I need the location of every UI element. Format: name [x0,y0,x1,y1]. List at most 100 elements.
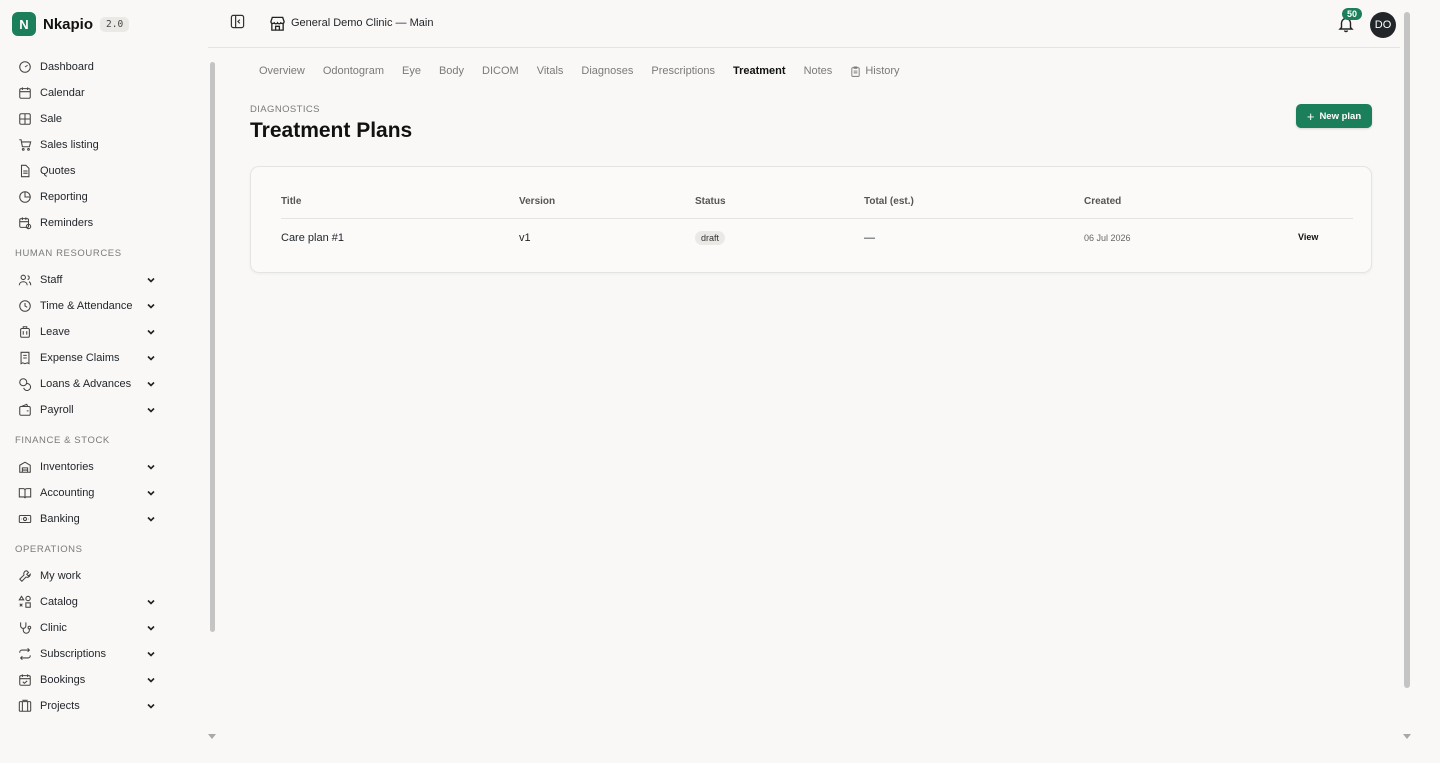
tab-history-label: History [865,65,900,77]
sidebar-item-time-attendance[interactable]: Time & Attendance [12,293,156,319]
receipt-icon [20,351,30,365]
column-header-created[interactable]: Created [1084,196,1121,207]
tab-notes[interactable]: Notes [804,63,833,79]
sidebar-item-staff[interactable]: Staff [12,267,156,293]
sidebar-item-label: Clinic [40,622,67,634]
chevron-down-icon[interactable] [146,380,156,388]
sidebar-item-subscriptions[interactable]: Subscriptions [12,641,156,667]
chevron-down-icon[interactable] [146,276,156,284]
clipboard-icon [851,65,860,77]
sidebar-item-label: Subscriptions [40,648,107,660]
sidebar-item-dashboard[interactable]: Dashboard [12,54,156,80]
stethoscope-icon [20,622,32,634]
sidebar-item-sales-listing[interactable]: Sales listing [12,132,156,158]
tab-odontogram[interactable]: Odontogram [323,63,384,79]
tab-body[interactable]: Body [439,63,464,79]
sidebar-toggle-icon[interactable] [230,14,245,29]
sidebar-item-loans-advances[interactable]: Loans & Advances [12,371,156,397]
wallet-icon [19,403,31,416]
new-plan-button[interactable]: + New plan [1296,104,1372,128]
cell-title: Care plan #1 [281,232,344,244]
sidebar-item-label: Sale [40,113,63,125]
sidebar-item-label: My work [40,570,81,582]
users-icon [18,274,32,286]
tab-eye[interactable]: Eye [402,63,421,79]
sidebar-item-label: Catalog [40,596,78,608]
sidebar-item-clinic[interactable]: Clinic [12,615,156,641]
sidebar-item-catalog[interactable]: Catalog [12,589,156,615]
tab-diagnoses[interactable]: Diagnoses [581,63,633,79]
new-plan-label: New plan [1319,110,1362,122]
column-header-title[interactable]: Title [281,196,301,207]
sidebar-item-label: Staff [40,274,63,286]
wrench-icon [19,570,31,582]
sidebar-scroll-down-arrow[interactable] [208,734,216,739]
sidebar-scrollbar[interactable] [210,62,215,632]
luggage-icon [20,326,30,338]
status-badge: draft [695,231,726,245]
sidebar-item-label: Inventories [40,461,94,473]
chevron-down-icon[interactable] [146,676,156,684]
sidebar-item-label: Quotes [40,165,76,177]
tab-history[interactable]: History [850,63,900,79]
gauge-icon [19,61,31,73]
plus-icon: + [1306,108,1315,124]
clinic-selector[interactable]: General Demo Clinic — Main [291,17,433,29]
chevron-down-icon[interactable] [146,515,156,523]
chevron-down-icon[interactable] [146,702,156,710]
sidebar-item-accounting[interactable]: Accounting [12,480,156,506]
brand-name: Nkapio [43,15,94,33]
chevron-down-icon[interactable] [146,463,156,471]
sidebar-item-quotes[interactable]: Quotes [12,158,156,184]
tab-vitals[interactable]: Vitals [537,63,564,79]
sidebar-item-calendar[interactable]: Calendar [12,80,156,106]
sidebar-item-my-work[interactable]: My work [12,563,156,589]
chevron-down-icon[interactable] [146,302,156,310]
sidebar-item-sale[interactable]: Sale [12,106,156,132]
chevron-down-icon[interactable] [146,650,156,658]
chevron-down-icon[interactable] [146,624,156,632]
sidebar-item-reporting[interactable]: Reporting [12,184,156,210]
column-header-status[interactable]: Status [695,196,726,207]
avatar[interactable]: DO [1370,12,1396,38]
cell-created: 06 Jul 2026 [1084,233,1131,243]
section-title-human-resources: HUMAN RESOURCES [15,248,122,259]
sidebar-item-leave[interactable]: Leave [12,319,156,345]
column-header-total[interactable]: Total (est.) [864,196,914,207]
shapes-icon [18,595,31,608]
coins-icon [19,378,32,391]
tab-overview[interactable]: Overview [259,63,305,79]
sidebar-item-inventories[interactable]: Inventories [12,454,156,480]
sidebar-item-projects[interactable]: Projects [12,693,156,719]
tab-treatment[interactable]: Treatment [733,63,786,79]
sidebar: N Nkapio 2.0 Dashboard Calendar Sale Sal… [0,0,216,763]
chevron-down-icon[interactable] [146,598,156,606]
folder-kanban-icon [18,699,32,712]
column-header-version[interactable]: Version [519,196,555,207]
chevron-down-icon[interactable] [146,406,156,414]
view-link[interactable]: View [1298,232,1318,242]
page-scroll-down-arrow[interactable] [1403,734,1411,739]
book-icon [18,488,32,499]
brand[interactable]: N Nkapio 2.0 [12,12,130,36]
tab-prescriptions[interactable]: Prescriptions [651,63,715,79]
pie-chart-icon [19,191,31,203]
sidebar-item-reminders[interactable]: Reminders [12,210,156,236]
sidebar-item-label: Bookings [40,674,86,686]
chevron-down-icon[interactable] [146,489,156,497]
warehouse-icon [19,461,31,473]
chevron-down-icon[interactable] [146,354,156,362]
sidebar-item-bookings[interactable]: Bookings [12,667,156,693]
page-scrollbar[interactable] [1404,12,1410,688]
sidebar-item-label: Leave [40,326,70,338]
calendar-icon [19,87,31,99]
brand-logo: N [12,12,36,36]
sidebar-item-label: Accounting [40,487,95,499]
chevron-down-icon[interactable] [146,328,156,336]
sidebar-item-expense-claims[interactable]: Expense Claims [12,345,156,371]
tab-dicom[interactable]: DICOM [482,63,519,79]
sidebar-item-label: Calendar [40,87,85,99]
cell-version: v1 [519,232,531,244]
sidebar-item-banking[interactable]: Banking [12,506,156,532]
sidebar-item-payroll[interactable]: Payroll [12,397,156,423]
